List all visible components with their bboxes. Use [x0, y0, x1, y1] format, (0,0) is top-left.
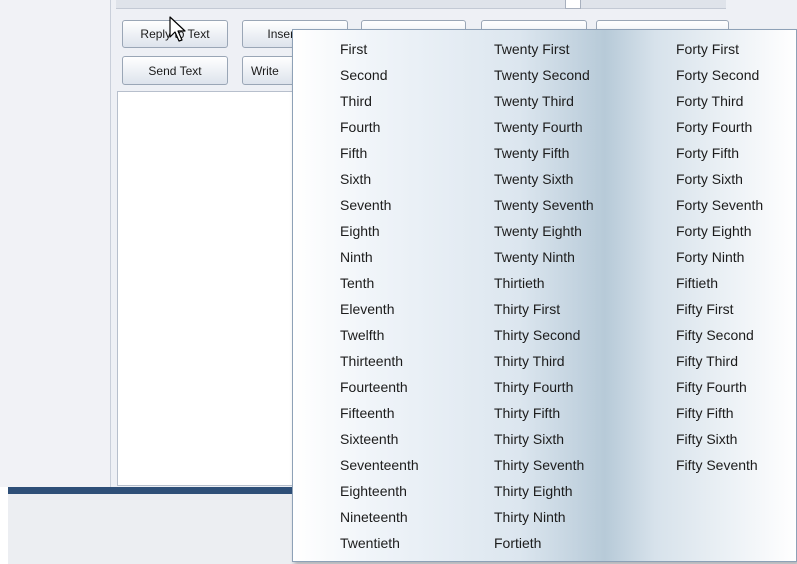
menu-item[interactable]: Forty Seventh — [676, 192, 763, 218]
menu-item[interactable]: Thirty Third — [494, 348, 594, 374]
menu-item[interactable]: Twenty First — [494, 36, 594, 62]
menu-item[interactable]: Thirty Fifth — [494, 400, 594, 426]
menu-item[interactable]: Thirty Seventh — [494, 452, 594, 478]
menu-item[interactable]: Twenty Sixth — [494, 166, 594, 192]
menu-item[interactable]: Fourteenth — [340, 374, 419, 400]
menu-item[interactable]: Fifty Third — [676, 348, 763, 374]
menu-item[interactable]: Forty Sixth — [676, 166, 763, 192]
menu-item[interactable]: Second — [340, 62, 419, 88]
menu-item[interactable]: Twelfth — [340, 322, 419, 348]
menu-item[interactable]: Seventh — [340, 192, 419, 218]
menu-item[interactable]: Forty Fourth — [676, 114, 763, 140]
menu-item[interactable]: Twenty Fourth — [494, 114, 594, 140]
menu-item[interactable]: Thirty Eighth — [494, 478, 594, 504]
menu-item[interactable]: Fortieth — [494, 530, 594, 556]
mouse-pointer-icon — [169, 16, 186, 42]
send-text-button[interactable]: Send Text — [122, 56, 228, 85]
menu-item[interactable]: Thirtieth — [494, 270, 594, 296]
menu-item[interactable]: Forty Third — [676, 88, 763, 114]
menu-item[interactable]: Twenty Second — [494, 62, 594, 88]
menu-item[interactable]: Forty First — [676, 36, 763, 62]
menu-item[interactable]: Twenty Third — [494, 88, 594, 114]
menu-item[interactable]: Sixth — [340, 166, 419, 192]
top-strip — [116, 0, 726, 9]
menu-item[interactable]: Nineteenth — [340, 504, 419, 530]
menu-item[interactable]: Thirty First — [494, 296, 594, 322]
menu-item[interactable]: Eleventh — [340, 296, 419, 322]
ordinal-dropdown-menu: First Second Third Fourth Fifth Sixth Seventh E… — [292, 29, 797, 562]
top-checkbox[interactable] — [565, 0, 581, 9]
menu-item[interactable]: Seventeenth — [340, 452, 419, 478]
menu-item[interactable]: Thirty Fourth — [494, 374, 594, 400]
menu-item[interactable]: Fifty First — [676, 296, 763, 322]
menu-item[interactable]: Fiftieth — [676, 270, 763, 296]
menu-item[interactable]: Forty Ninth — [676, 244, 763, 270]
menu-item[interactable]: Forty Eighth — [676, 218, 763, 244]
menu-item[interactable]: Thirty Second — [494, 322, 594, 348]
menu-item[interactable]: Fifty Second — [676, 322, 763, 348]
menu-item[interactable]: Eighth — [340, 218, 419, 244]
menu-item[interactable]: Forty Second — [676, 62, 763, 88]
menu-item[interactable]: Twenty Ninth — [494, 244, 594, 270]
menu-item[interactable]: Fourth — [340, 114, 419, 140]
menu-item[interactable]: Fifty Seventh — [676, 452, 763, 478]
menu-item[interactable]: Twenty Fifth — [494, 140, 594, 166]
left-panel — [0, 0, 111, 487]
menu-item[interactable]: Ninth — [340, 244, 419, 270]
menu-column-3: Forty First Forty Second Forty Third Forty … — [676, 36, 763, 478]
menu-item[interactable]: Thirty Ninth — [494, 504, 594, 530]
menu-item[interactable]: Fifteenth — [340, 400, 419, 426]
menu-item[interactable]: Tenth — [340, 270, 419, 296]
menu-item[interactable]: Forty Fifth — [676, 140, 763, 166]
menu-item[interactable]: First — [340, 36, 419, 62]
menu-item[interactable]: Sixteenth — [340, 426, 419, 452]
menu-item[interactable]: Twenty Eighth — [494, 218, 594, 244]
menu-item[interactable]: Fifty Fourth — [676, 374, 763, 400]
menu-item[interactable]: Fifth — [340, 140, 419, 166]
menu-item[interactable]: Third — [340, 88, 419, 114]
menu-column-2: Twenty First Twenty Second Twenty Third Twe… — [494, 36, 594, 556]
menu-item[interactable]: Thirty Sixth — [494, 426, 594, 452]
menu-column-1: First Second Third Fourth Fifth Sixth Seventh E… — [340, 36, 419, 556]
menu-item[interactable]: Eighteenth — [340, 478, 419, 504]
menu-item[interactable]: Twentieth — [340, 530, 419, 556]
menu-item[interactable]: Thirteenth — [340, 348, 419, 374]
menu-item[interactable]: Fifty Fifth — [676, 400, 763, 426]
menu-item[interactable]: Twenty Seventh — [494, 192, 594, 218]
menu-item[interactable]: Fifty Sixth — [676, 426, 763, 452]
